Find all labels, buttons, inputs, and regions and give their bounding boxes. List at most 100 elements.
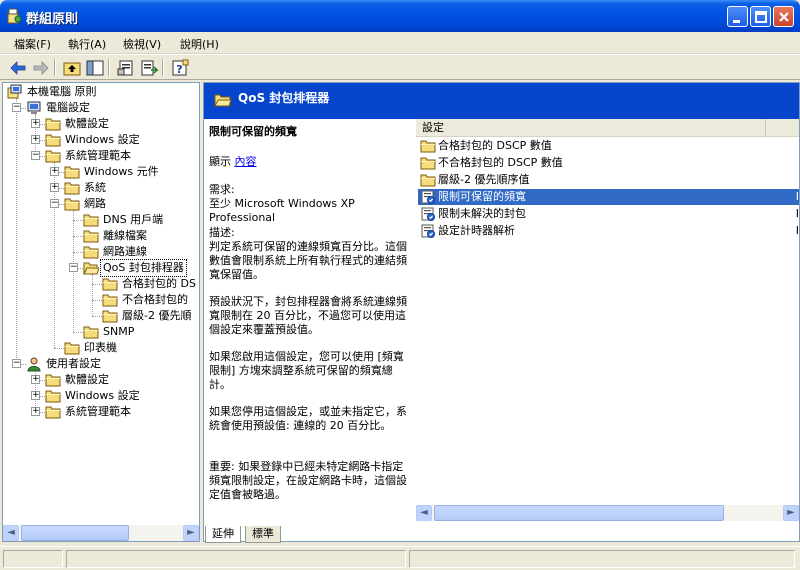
export-list-icon[interactable] — [139, 58, 159, 78]
header-title: QoS 封包排程器 — [238, 91, 330, 105]
collapse-icon[interactable]: − — [50, 199, 59, 208]
description-paragraph-3: 如果您啟用這個設定，您可以使用 [頻寬限制] 方塊來調整系統可保留的頻寬總計。 — [209, 350, 404, 391]
list-item[interactable]: 不合格封包的 DSCP 數值 — [418, 155, 799, 171]
folder-icon — [83, 212, 99, 228]
show-hide-tree-icon[interactable] — [85, 58, 105, 78]
tree-item[interactable]: + 系統管理範本 — [3, 404, 199, 420]
back-arrow-icon[interactable] — [8, 58, 28, 78]
scroll-right-button[interactable]: ► — [183, 525, 199, 541]
expand-icon[interactable]: + — [31, 375, 40, 384]
tree-item[interactable]: − 電腦設定 — [3, 100, 199, 116]
tree-item-label: 電腦設定 — [46, 101, 90, 114]
tree-item[interactable]: + 軟體設定 — [3, 372, 199, 388]
collapse-icon[interactable]: − — [12, 103, 21, 112]
list-item-label: 限制可保留的頻寬 — [438, 190, 526, 203]
tree-item[interactable]: 合格封包的 DS — [3, 276, 199, 292]
column-header-setting[interactable]: 設定 — [416, 119, 766, 137]
tree-item-label: QoS 封包排程器 — [100, 259, 187, 277]
forward-arrow-icon[interactable] — [31, 58, 51, 78]
scrollbar-thumb[interactable] — [434, 505, 724, 521]
minimize-icon — [733, 20, 740, 23]
list-horizontal-scrollbar[interactable]: ◄ ► — [416, 505, 799, 521]
view-tabs: 延伸 標準 — [203, 526, 503, 544]
tree-item[interactable]: + Windows 設定 — [3, 132, 199, 148]
minimize-button[interactable] — [727, 6, 748, 27]
list-item[interactable]: 限制未解決的封包 I — [418, 206, 799, 222]
menu-file[interactable]: 檔案(F) — [14, 36, 51, 52]
collapse-icon[interactable]: − — [69, 263, 78, 272]
list-item-label: 不合格封包的 DSCP 數值 — [438, 156, 563, 169]
expand-icon[interactable]: + — [50, 183, 59, 192]
menu-help[interactable]: 說明(H) — [180, 36, 219, 52]
tree-horizontal-scrollbar[interactable]: ◄ ► — [3, 525, 199, 541]
computer-policy-icon — [7, 84, 23, 100]
folder-icon — [83, 228, 99, 244]
requirement-value: 至少 Microsoft Windows XP Professional — [209, 197, 355, 224]
policy-setting-icon — [420, 223, 436, 239]
tree-item[interactable]: 印表機 — [3, 340, 199, 356]
tree-item[interactable]: 層級-2 優先順 — [3, 308, 199, 324]
svg-text:?: ? — [176, 63, 182, 76]
scroll-right-button[interactable]: ► — [783, 505, 799, 521]
properties-link[interactable]: 內容 — [235, 155, 257, 168]
list-item-label: 合格封包的 DSCP 數值 — [438, 139, 552, 152]
scrollbar-thumb[interactable] — [21, 525, 129, 541]
title-bar: 群組原則 — [0, 0, 800, 32]
up-level-icon[interactable] — [62, 58, 82, 78]
tree-item[interactable]: 離線檔案 — [3, 228, 199, 244]
policy-setting-icon — [420, 206, 436, 222]
tab-extended[interactable]: 延伸 — [205, 526, 241, 543]
menu-view[interactable]: 檢視(V) — [123, 36, 161, 52]
tree-item[interactable]: − 使用者設定 — [3, 356, 199, 372]
open-folder-icon — [214, 94, 232, 107]
tree-item[interactable]: + Windows 元件 — [3, 164, 199, 180]
folder-icon — [45, 148, 61, 164]
list-item[interactable]: 合格封包的 DSCP 數值 — [418, 138, 799, 154]
extended-view-header: QoS 封包排程器 — [204, 83, 799, 119]
collapse-icon[interactable]: − — [12, 359, 21, 368]
tree-item[interactable]: + 系統 — [3, 180, 199, 196]
tree-item[interactable]: 網路連線 — [3, 244, 199, 260]
tree-item[interactable]: DNS 用戶端 — [3, 212, 199, 228]
menu-action[interactable]: 執行(A) — [68, 36, 106, 52]
folder-icon — [64, 340, 80, 356]
list-header: 設定 — [416, 119, 799, 137]
expand-icon[interactable]: + — [31, 391, 40, 400]
expand-icon[interactable]: + — [31, 407, 40, 416]
expand-icon[interactable]: + — [50, 167, 59, 176]
display-properties-line: 顯示 內容 — [209, 155, 409, 169]
description-paragraph-4: 如果您停用這個設定，或並未指定它，系統會使用預設值: 連線的 20 百分比。 — [209, 405, 407, 432]
close-icon — [779, 12, 789, 22]
maximize-button[interactable] — [750, 6, 771, 27]
list-item-label: 層級-2 優先順序值 — [438, 173, 530, 186]
tree-item[interactable]: 不合格封包的 — [3, 292, 199, 308]
help-icon[interactable]: ? — [170, 58, 190, 78]
list-item[interactable]: 設定計時器解析 I — [418, 223, 799, 239]
scroll-left-button[interactable]: ◄ — [3, 525, 19, 541]
list-item[interactable]: 層級-2 優先順序值 — [418, 172, 799, 188]
close-button[interactable] — [773, 6, 794, 27]
expand-icon[interactable]: + — [31, 135, 40, 144]
tree-item-label: 本機電腦 原則 — [27, 85, 97, 98]
folder-icon — [420, 155, 436, 171]
tree-item[interactable]: − 系統管理範本 — [3, 148, 199, 164]
tree-item[interactable]: + Windows 設定 — [3, 388, 199, 404]
tree-item[interactable]: + 軟體設定 — [3, 116, 199, 132]
expand-icon[interactable]: + — [31, 119, 40, 128]
tree-item-label: 網路 — [84, 197, 106, 210]
collapse-icon[interactable]: − — [31, 151, 40, 160]
tree-item-label: 系統管理範本 — [65, 149, 131, 162]
console-tree: 本機電腦 原則 − 電腦設定 + 軟體設定 + Windows 設定 − 系統管理範本 + Wind… — [2, 82, 200, 542]
tree-item[interactable]: 本機電腦 原則 — [3, 84, 199, 100]
folder-icon — [102, 308, 118, 324]
toolbar-separator — [162, 59, 164, 76]
requirement-label: 需求: — [209, 183, 235, 196]
tree-item[interactable]: SNMP — [3, 324, 199, 340]
tree-item[interactable]: − QoS 封包排程器 — [3, 259, 199, 277]
list-item[interactable]: 限制可保留的頻寬 I — [418, 189, 799, 205]
menu-bar: 檔案(F) 執行(A) 檢視(V) 說明(H) — [0, 32, 800, 54]
tab-standard[interactable]: 標準 — [245, 526, 281, 543]
properties-icon[interactable] — [116, 58, 136, 78]
scroll-left-button[interactable]: ◄ — [416, 505, 432, 521]
tree-item[interactable]: − 網路 — [3, 196, 199, 212]
